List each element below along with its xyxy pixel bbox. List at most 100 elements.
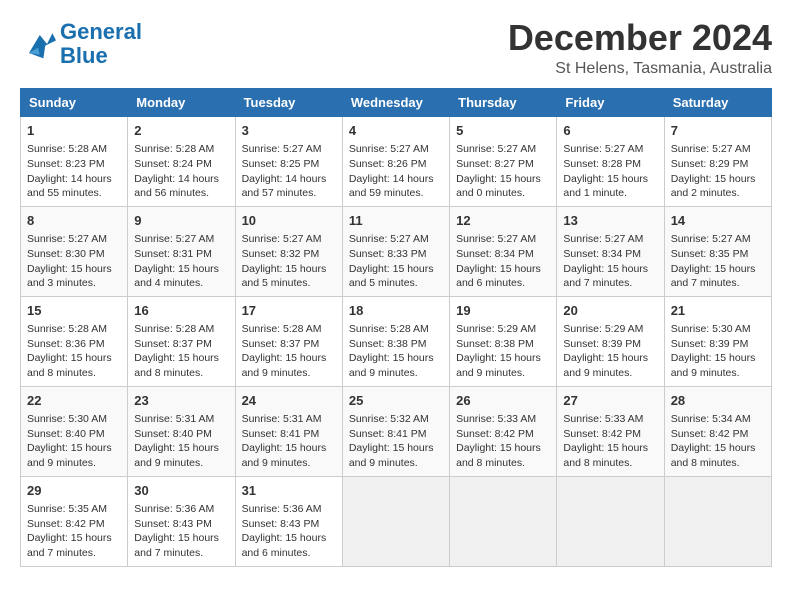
calendar-day-cell: 11 Sunrise: 5:27 AMSunset: 8:33 PMDayligh… (342, 206, 449, 296)
day-number: 13 (563, 212, 657, 230)
calendar-day-cell: 25 Sunrise: 5:32 AMSunset: 8:41 PMDayligh… (342, 386, 449, 476)
day-info: Sunrise: 5:31 AMSunset: 8:40 PMDaylight:… (134, 412, 228, 471)
day-number: 16 (134, 302, 228, 320)
calendar-day-cell: 12 Sunrise: 5:27 AMSunset: 8:34 PMDayligh… (450, 206, 557, 296)
day-info: Sunrise: 5:28 AMSunset: 8:37 PMDaylight:… (134, 322, 228, 381)
calendar-day-cell: 21Sunrise: 5:30 AMSunset: 8:39 PMDayligh… (664, 296, 771, 386)
calendar-week-row: 15 Sunrise: 5:28 AMSunset: 8:36 PMDayligh… (21, 296, 772, 386)
day-info: Sunrise: 5:29 AMSunset: 8:39 PMDaylight:… (563, 322, 657, 381)
calendar-day-cell: 4 Sunrise: 5:27 AMSunset: 8:26 PMDaylight… (342, 117, 449, 207)
calendar-day-cell: 22 Sunrise: 5:30 AMSunset: 8:40 PMDayligh… (21, 386, 128, 476)
calendar-day-cell: 27 Sunrise: 5:33 AMSunset: 8:42 PMDayligh… (557, 386, 664, 476)
calendar-day-cell: 14 Sunrise: 5:27 AMSunset: 8:35 PMDayligh… (664, 206, 771, 296)
day-info: Sunrise: 5:27 AMSunset: 8:26 PMDaylight:… (349, 142, 443, 201)
day-number: 25 (349, 392, 443, 410)
day-info: Sunrise: 5:27 AMSunset: 8:31 PMDaylight:… (134, 232, 228, 291)
weekday-header: Wednesday (342, 89, 449, 117)
day-info: Sunrise: 5:27 AMSunset: 8:27 PMDaylight:… (456, 142, 550, 201)
day-info: Sunrise: 5:33 AMSunset: 8:42 PMDaylight:… (456, 412, 550, 471)
day-info: Sunrise: 5:30 AMSunset: 8:40 PMDaylight:… (27, 412, 121, 471)
calendar-day-cell: 5 Sunrise: 5:27 AMSunset: 8:27 PMDaylight… (450, 117, 557, 207)
calendar-day-cell: 6Sunrise: 5:27 AMSunset: 8:28 PMDaylight… (557, 117, 664, 207)
day-info: Sunrise: 5:28 AMSunset: 8:23 PMDaylight:… (27, 142, 121, 201)
day-number: 15 (27, 302, 121, 320)
day-number: 29 (27, 482, 121, 500)
day-info: Sunrise: 5:28 AMSunset: 8:38 PMDaylight:… (349, 322, 443, 381)
day-info: Sunrise: 5:35 AMSunset: 8:42 PMDaylight:… (27, 502, 121, 561)
day-number: 9 (134, 212, 228, 230)
location-title: St Helens, Tasmania, Australia (508, 60, 772, 78)
day-number: 3 (242, 122, 336, 140)
day-number: 28 (671, 392, 765, 410)
calendar-day-cell: 3 Sunrise: 5:27 AMSunset: 8:25 PMDaylight… (235, 117, 342, 207)
day-info: Sunrise: 5:27 AMSunset: 8:30 PMDaylight:… (27, 232, 121, 291)
day-info: Sunrise: 5:31 AMSunset: 8:41 PMDaylight:… (242, 412, 336, 471)
calendar-day-cell (557, 476, 664, 566)
calendar-day-cell: 23 Sunrise: 5:31 AMSunset: 8:40 PMDayligh… (128, 386, 235, 476)
day-number: 27 (563, 392, 657, 410)
weekday-header: Saturday (664, 89, 771, 117)
day-info: Sunrise: 5:27 AMSunset: 8:34 PMDaylight:… (563, 232, 657, 291)
calendar-day-cell (450, 476, 557, 566)
calendar-day-cell: 31 Sunrise: 5:36 AMSunset: 8:43 PMDayligh… (235, 476, 342, 566)
weekday-header: Friday (557, 89, 664, 117)
day-number: 8 (27, 212, 121, 230)
day-number: 12 (456, 212, 550, 230)
calendar-day-cell: 7Sunrise: 5:27 AMSunset: 8:29 PMDaylight… (664, 117, 771, 207)
calendar-day-cell: 18 Sunrise: 5:28 AMSunset: 8:38 PMDayligh… (342, 296, 449, 386)
day-number: 20 (563, 302, 657, 320)
calendar-day-cell: 20 Sunrise: 5:29 AMSunset: 8:39 PMDayligh… (557, 296, 664, 386)
day-number: 17 (242, 302, 336, 320)
day-info: Sunrise: 5:30 AMSunset: 8:39 PMDaylight:… (671, 322, 765, 381)
day-number: 30 (134, 482, 228, 500)
day-info: Sunrise: 5:28 AMSunset: 8:36 PMDaylight:… (27, 322, 121, 381)
day-number: 23 (134, 392, 228, 410)
calendar-day-cell: 10Sunrise: 5:27 AMSunset: 8:32 PMDayligh… (235, 206, 342, 296)
day-number: 31 (242, 482, 336, 500)
day-info: Sunrise: 5:28 AMSunset: 8:37 PMDaylight:… (242, 322, 336, 381)
day-info: Sunrise: 5:27 AMSunset: 8:34 PMDaylight:… (456, 232, 550, 291)
day-info: Sunrise: 5:36 AMSunset: 8:43 PMDaylight:… (134, 502, 228, 561)
day-info: Sunrise: 5:33 AMSunset: 8:42 PMDaylight:… (563, 412, 657, 471)
day-number: 22 (27, 392, 121, 410)
logo: General Blue (20, 20, 142, 68)
logo-text: General Blue (60, 20, 142, 68)
calendar-day-cell: 8 Sunrise: 5:27 AMSunset: 8:30 PMDaylight… (21, 206, 128, 296)
calendar-day-cell: 16 Sunrise: 5:28 AMSunset: 8:37 PMDayligh… (128, 296, 235, 386)
calendar-table: SundayMondayTuesdayWednesdayThursdayFrid… (20, 88, 772, 567)
logo-icon (20, 26, 56, 62)
day-number: 18 (349, 302, 443, 320)
day-number: 5 (456, 122, 550, 140)
day-info: Sunrise: 5:27 AMSunset: 8:25 PMDaylight:… (242, 142, 336, 201)
day-number: 7 (671, 122, 765, 140)
calendar-day-cell: 24 Sunrise: 5:31 AMSunset: 8:41 PMDayligh… (235, 386, 342, 476)
day-number: 2 (134, 122, 228, 140)
day-number: 10 (242, 212, 336, 230)
day-info: Sunrise: 5:29 AMSunset: 8:38 PMDaylight:… (456, 322, 550, 381)
day-number: 11 (349, 212, 443, 230)
title-block: December 2024 St Helens, Tasmania, Austr… (508, 20, 772, 78)
calendar-day-cell: 1 Sunrise: 5:28 AMSunset: 8:23 PMDaylight… (21, 117, 128, 207)
day-info: Sunrise: 5:28 AMSunset: 8:24 PMDaylight:… (134, 142, 228, 201)
calendar-day-cell (664, 476, 771, 566)
calendar-week-row: 8 Sunrise: 5:27 AMSunset: 8:30 PMDaylight… (21, 206, 772, 296)
day-info: Sunrise: 5:36 AMSunset: 8:43 PMDaylight:… (242, 502, 336, 561)
day-number: 26 (456, 392, 550, 410)
day-number: 4 (349, 122, 443, 140)
calendar-day-cell: 26 Sunrise: 5:33 AMSunset: 8:42 PMDayligh… (450, 386, 557, 476)
day-info: Sunrise: 5:27 AMSunset: 8:33 PMDaylight:… (349, 232, 443, 291)
day-number: 14 (671, 212, 765, 230)
calendar-day-cell (342, 476, 449, 566)
day-info: Sunrise: 5:27 AMSunset: 8:35 PMDaylight:… (671, 232, 765, 291)
calendar-day-cell: 15 Sunrise: 5:28 AMSunset: 8:36 PMDayligh… (21, 296, 128, 386)
day-info: Sunrise: 5:32 AMSunset: 8:41 PMDaylight:… (349, 412, 443, 471)
calendar-header-row: SundayMondayTuesdayWednesdayThursdayFrid… (21, 89, 772, 117)
day-number: 1 (27, 122, 121, 140)
day-info: Sunrise: 5:34 AMSunset: 8:42 PMDaylight:… (671, 412, 765, 471)
day-number: 24 (242, 392, 336, 410)
calendar-day-cell: 2 Sunrise: 5:28 AMSunset: 8:24 PMDaylight… (128, 117, 235, 207)
calendar-day-cell: 9 Sunrise: 5:27 AMSunset: 8:31 PMDaylight… (128, 206, 235, 296)
day-number: 19 (456, 302, 550, 320)
day-info: Sunrise: 5:27 AMSunset: 8:28 PMDaylight:… (563, 142, 657, 201)
weekday-header: Thursday (450, 89, 557, 117)
